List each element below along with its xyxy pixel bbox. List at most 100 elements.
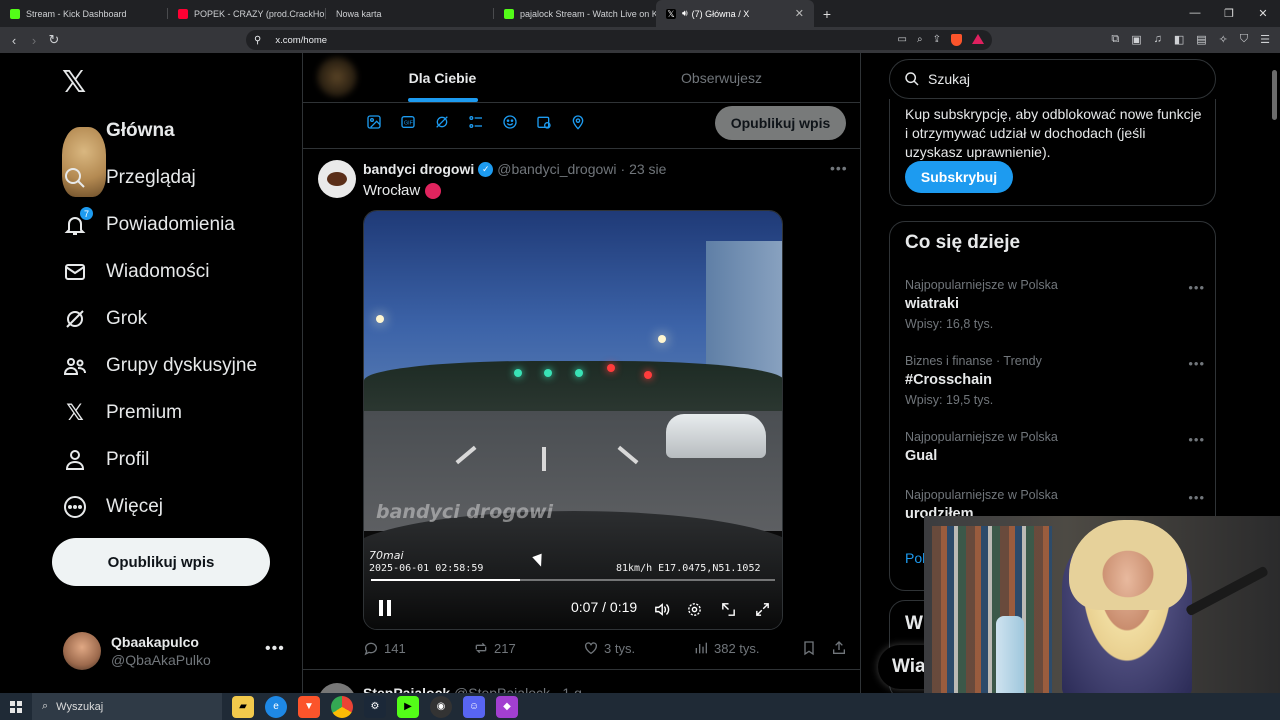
brave-icon[interactable]: ▼ xyxy=(298,695,320,718)
extensions-icon[interactable]: ⧉ xyxy=(1111,33,1119,46)
settings-gear-icon[interactable] xyxy=(684,599,704,619)
grok-compose-icon[interactable] xyxy=(433,113,450,130)
tweet[interactable]: bandyci drogowi ✓ @bandyci_drogowi · 23 … xyxy=(303,150,860,670)
like-button[interactable]: 3 tys. xyxy=(583,640,635,656)
webcam-overlay xyxy=(924,516,1280,693)
sidebar-item-messages[interactable]: Wiadomości xyxy=(62,254,209,290)
schedule-icon[interactable] xyxy=(535,113,552,130)
menu-icon[interactable]: ☰ xyxy=(1260,33,1270,46)
tab-following[interactable]: Obserwujesz xyxy=(582,53,860,102)
views-button[interactable]: 382 tys. xyxy=(693,640,760,656)
more-dots-icon[interactable]: ••• xyxy=(1188,356,1205,371)
trend-item[interactable]: Biznes i finanse · Trendy #Crosschain Wp… xyxy=(905,354,1205,407)
trend-item[interactable]: Najpopularniejsze w Polska Gual ••• xyxy=(905,430,1205,464)
browser-tab-x[interactable]: 𝕏 🔊︎ (7) Główna / X ✕ xyxy=(656,0,814,27)
sidebar-item-communities[interactable]: Grupy dyskusyjne xyxy=(62,348,257,384)
video-progress-bar[interactable] xyxy=(371,579,775,581)
more-dots-icon[interactable]: ••• xyxy=(1188,490,1205,505)
bookmark-button[interactable] xyxy=(801,640,822,656)
account-switcher[interactable]: Qbaakapulco @QbaAkaPulko ••• xyxy=(63,632,284,670)
sidebar-item-premium[interactable]: 𝕏 Premium xyxy=(62,395,182,431)
browser-tab-new[interactable]: Nowa karta xyxy=(326,0,494,27)
vpn-icon[interactable]: ⛉ xyxy=(1240,33,1248,46)
compose-post-button[interactable]: Opublikuj wpis xyxy=(715,106,846,140)
video-player[interactable]: bandyci drogowi 70mai 2025-06-01 02:58:5… xyxy=(363,210,783,630)
tweet-author-handle[interactable]: @bandyci_drogowi xyxy=(497,161,616,177)
leo-icon[interactable]: ✧ xyxy=(1219,33,1228,46)
gif-icon[interactable]: GIF xyxy=(399,113,416,130)
sidebar-item-notifications[interactable]: 7 Powiadomienia xyxy=(62,206,235,243)
sidebar-item-label: Powiadomienia xyxy=(106,214,235,235)
close-tab-icon[interactable]: ✕ xyxy=(795,7,804,20)
zoom-icon[interactable]: ⌕ xyxy=(917,34,923,46)
brave-rewards-icon[interactable] xyxy=(972,34,984,44)
location-icon[interactable] xyxy=(569,113,586,130)
sidebar-item-explore[interactable]: Przeglądaj xyxy=(62,160,196,196)
share-icon[interactable]: ⇪ xyxy=(933,34,941,46)
audio-icon: 🔊︎ xyxy=(682,8,688,18)
more-dots-icon[interactable]: ••• xyxy=(1188,280,1205,295)
brave-shield-icon[interactable] xyxy=(951,34,962,46)
address-bar[interactable]: ⚲ x.com/home ▭ ⌕ ⇪ xyxy=(246,30,992,50)
next-tweet[interactable]: StepPajalock @StepPajalock · 1 g xyxy=(303,683,860,693)
sidebar-item-profile[interactable]: Profil xyxy=(62,442,149,478)
discord-icon[interactable]: ☺ xyxy=(463,695,485,718)
chrome-icon[interactable] xyxy=(331,695,353,718)
x-logo-icon[interactable]: 𝕏 xyxy=(62,65,86,100)
screenshot-icon[interactable]: ▣ xyxy=(1131,33,1141,46)
obs-icon[interactable]: ◉ xyxy=(430,695,452,718)
start-button[interactable] xyxy=(0,700,32,713)
emoji-icon[interactable] xyxy=(501,113,518,130)
repost-button[interactable]: 217 xyxy=(473,640,516,656)
post-button[interactable]: Opublikuj wpis xyxy=(52,538,270,586)
tweet-author-handle[interactable]: @StepPajalock · 1 g xyxy=(454,685,582,693)
cast-icon[interactable]: ▭ xyxy=(898,34,907,46)
subscribe-button[interactable]: Subskrybuj xyxy=(905,161,1013,193)
trend-item[interactable]: Najpopularniejsze w Polska wiatraki Wpis… xyxy=(905,278,1205,331)
fullscreen-icon[interactable] xyxy=(752,599,772,619)
tweet-more-icon[interactable]: ••• xyxy=(830,160,848,176)
tweet-author-name[interactable]: bandyci drogowi xyxy=(363,161,474,177)
url-text: x.com/home xyxy=(275,34,328,46)
search-icon: ⌕ xyxy=(42,700,49,712)
picture-in-picture-icon[interactable] xyxy=(718,599,738,619)
forward-icon[interactable]: › xyxy=(24,33,44,48)
dashcam-timestamp: 2025-06-01 02:58:59 xyxy=(369,563,484,574)
browser-tab-kick-stream[interactable]: pajalock Stream - Watch Live on Kick xyxy=(494,0,656,27)
volume-icon[interactable] xyxy=(651,599,671,619)
pause-icon[interactable] xyxy=(378,600,392,616)
wallet-icon[interactable]: ▤ xyxy=(1196,33,1206,46)
new-tab-button[interactable]: + xyxy=(814,6,840,22)
browser-tab-youtube[interactable]: POPEK - CRAZY (prod.CrackHouse) xyxy=(168,0,326,27)
edge-icon[interactable]: e xyxy=(265,695,287,718)
tab-for-you[interactable]: Dla Ciebie xyxy=(303,53,582,102)
avatar[interactable] xyxy=(318,683,356,693)
more-dots-icon[interactable]: ••• xyxy=(265,640,285,658)
tweet-date[interactable]: · 23 sie xyxy=(621,161,667,177)
taskbar-search[interactable]: ⌕ Wyszukaj xyxy=(32,693,222,720)
sidebar-toggle-icon[interactable]: ◧ xyxy=(1174,33,1184,46)
more-dots-icon[interactable]: ••• xyxy=(1188,432,1205,447)
app-icon[interactable]: ◆ xyxy=(496,695,518,718)
kick-icon[interactable]: ▶ xyxy=(397,695,419,718)
sidebar-item-more[interactable]: Więcej xyxy=(62,489,163,525)
sidebar-item-home[interactable]: Główna xyxy=(106,113,175,149)
share-button[interactable] xyxy=(831,640,852,656)
minimize-icon[interactable]: — xyxy=(1178,7,1212,20)
poll-icon[interactable] xyxy=(467,113,484,130)
sidebar-item-grok[interactable]: Grok xyxy=(62,301,147,337)
tweet-author-avatar[interactable] xyxy=(318,160,356,198)
file-explorer-icon[interactable]: ▰ xyxy=(232,695,254,718)
site-info-icon[interactable]: ⚲ xyxy=(254,35,261,46)
media-icon[interactable]: ♫ xyxy=(1154,33,1162,46)
restore-icon[interactable]: ❐ xyxy=(1212,7,1246,20)
steam-icon[interactable]: ⚙ xyxy=(364,695,386,718)
reload-icon[interactable]: ↻ xyxy=(44,32,64,48)
close-window-icon[interactable]: ✕ xyxy=(1246,7,1280,20)
back-icon[interactable]: ‹ xyxy=(4,33,24,48)
media-icon[interactable] xyxy=(365,113,382,130)
browser-tab-kick-dashboard[interactable]: Stream - Kick Dashboard xyxy=(0,0,168,27)
reply-button[interactable]: 141 xyxy=(363,640,406,656)
tweet-author-name[interactable]: StepPajalock xyxy=(363,685,450,693)
search-input[interactable]: Szukaj xyxy=(889,59,1216,99)
